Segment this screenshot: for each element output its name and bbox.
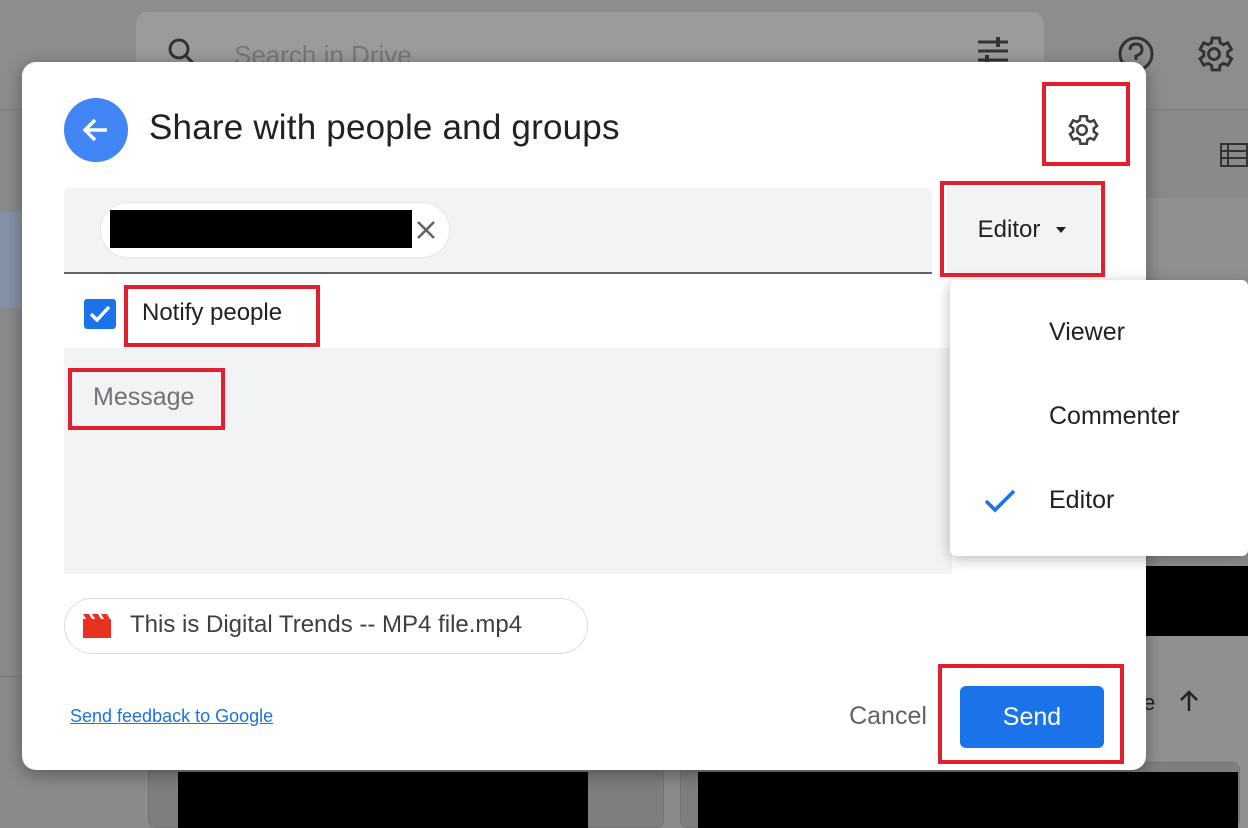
redacted-thumbnail — [698, 772, 1238, 828]
redacted-thumbnail — [1144, 566, 1248, 636]
back-button[interactable] — [64, 98, 128, 162]
checkmark-icon — [89, 305, 111, 323]
annotation-box-role — [940, 181, 1105, 277]
notify-people-checkbox[interactable] — [84, 299, 116, 329]
menu-item-label: Commenter — [1049, 402, 1180, 430]
annotation-box-message — [68, 368, 225, 430]
arrow-up-icon[interactable] — [1176, 688, 1202, 714]
menu-item-label: Editor — [1049, 486, 1115, 514]
annotation-box-notify — [124, 285, 320, 347]
list-view-icon[interactable] — [1220, 142, 1248, 168]
redacted-recipient — [110, 210, 412, 248]
check-icon — [984, 489, 1016, 513]
divider — [0, 676, 24, 677]
attached-file-name: This is Digital Trends -- MP4 file.mp4 — [130, 611, 523, 638]
arrow-left-icon — [82, 118, 107, 142]
dialog-title: Share with people and groups — [149, 108, 620, 147]
annotation-box-send — [938, 664, 1124, 764]
close-icon[interactable] — [414, 218, 438, 242]
sidebar-highlight — [0, 212, 22, 308]
video-file-icon — [83, 614, 111, 638]
settings-gear-icon[interactable] — [1192, 32, 1236, 76]
cancel-button[interactable]: Cancel — [832, 688, 944, 744]
annotation-box-settings — [1042, 82, 1130, 166]
redacted-thumbnail — [178, 772, 588, 828]
send-feedback-link[interactable]: Send feedback to Google — [70, 706, 273, 727]
menu-item-label: Viewer — [1049, 318, 1125, 346]
